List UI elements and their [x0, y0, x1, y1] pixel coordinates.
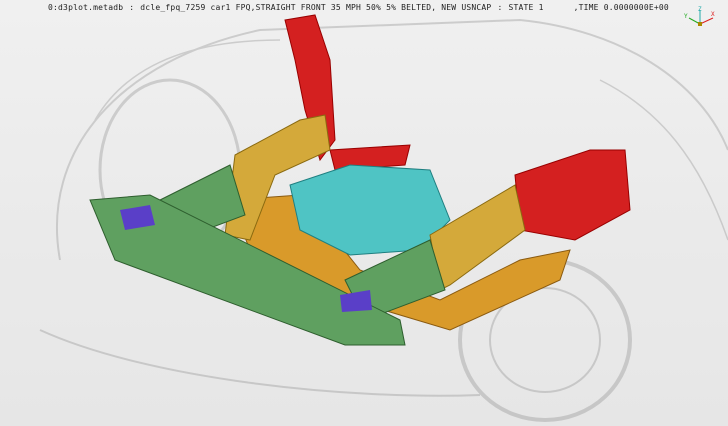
- crash-model-render[interactable]: [0, 0, 728, 426]
- axis-z-label: Z: [698, 6, 702, 13]
- axis-triad-icon: X Y Z: [684, 6, 715, 26]
- axis-y-label: Y: [684, 13, 688, 20]
- time-label: ,TIME 0.0000000E+00: [573, 3, 669, 12]
- model-viewport[interactable]: 0:d3plot.metadb: dcle_fpq_7259 car1 FPQ,S…: [0, 0, 728, 426]
- model-title: dcle_fpq_7259 car1 FPQ,STRAIGHT FRONT 35…: [140, 3, 492, 12]
- axis-x-label: X: [711, 11, 715, 18]
- state-label: STATE 1: [508, 3, 544, 12]
- separator: :: [129, 3, 135, 12]
- separator: :: [497, 3, 503, 12]
- file-name: 0:d3plot.metadb: [48, 3, 124, 12]
- model-info-header: 0:d3plot.metadb: dcle_fpq_7259 car1 FPQ,S…: [48, 3, 675, 12]
